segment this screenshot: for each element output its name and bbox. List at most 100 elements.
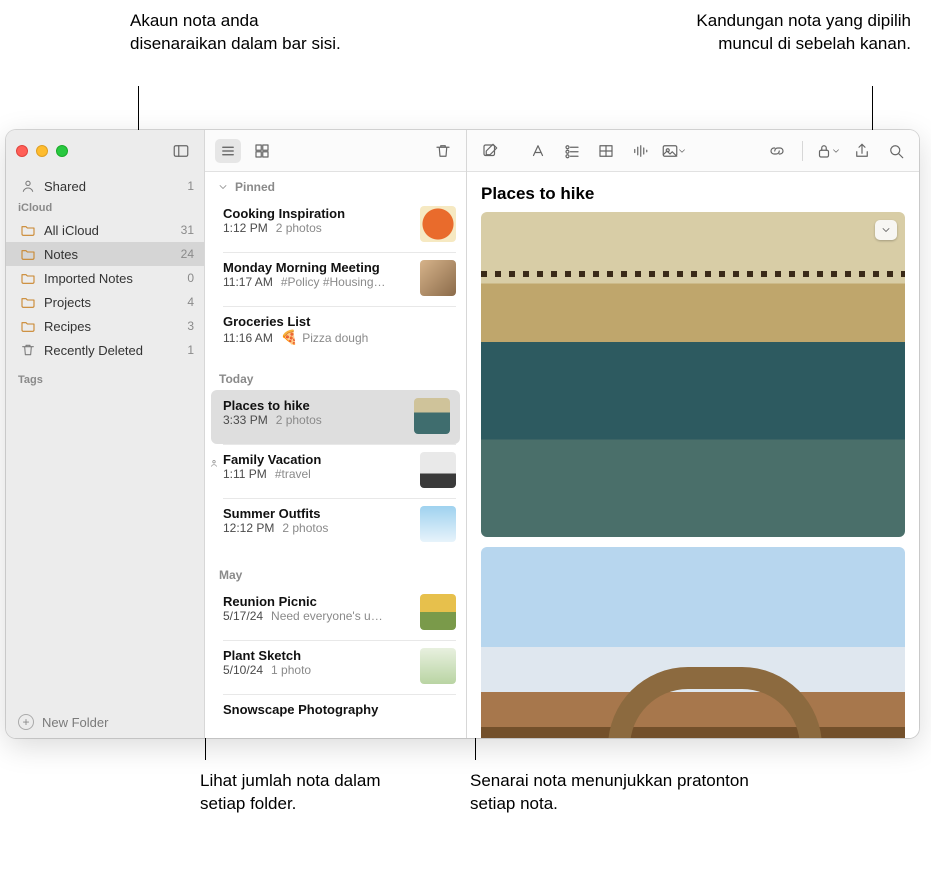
folder-icon [20, 222, 36, 238]
table-button[interactable] [593, 139, 619, 163]
note-thumbnail [420, 260, 456, 296]
chevron-down-icon [831, 142, 841, 160]
sidebar-item-label: Shared [44, 179, 187, 194]
list-icon [219, 142, 237, 160]
audio-wave-icon [631, 142, 649, 160]
note-subtitle: 1:11 PM#travel [223, 467, 412, 481]
note-row-family-vacation[interactable]: Family Vacation 1:11 PM#travel [205, 444, 466, 498]
note-title: Monday Morning Meeting [223, 260, 412, 275]
sidebar-list: Shared 1 iCloud All iCloud 31 Notes 24 I… [6, 172, 204, 706]
sidebar-icon [172, 142, 190, 160]
checklist-icon [563, 142, 581, 160]
note-row-reunion-picnic[interactable]: Reunion Picnic 5/17/24Need everyone's u… [205, 586, 466, 640]
callout-bottom-right: Senarai nota menunjukkan pratonton setia… [470, 770, 770, 816]
note-editor-column: Places to hike [467, 130, 919, 738]
note-thumbnail [414, 398, 450, 434]
note-title: Summer Outfits [223, 506, 412, 521]
note-row-cooking[interactable]: Cooking Inspiration 1:12 PM2 photos [205, 198, 466, 252]
audio-button[interactable] [627, 139, 653, 163]
note-row-snowscape[interactable]: Snowscape Photography [205, 694, 466, 717]
sidebar: Shared 1 iCloud All iCloud 31 Notes 24 I… [6, 130, 205, 738]
sidebar-item-count: 3 [187, 319, 194, 333]
note-subtitle: 12:12 PM2 photos [223, 521, 412, 535]
note-row-plant-sketch[interactable]: Plant Sketch 5/10/241 photo [205, 640, 466, 694]
folder-icon [20, 246, 36, 262]
text-format-icon [529, 142, 547, 160]
chevron-down-icon [880, 224, 892, 236]
link-note-button[interactable] [764, 139, 790, 163]
toggle-sidebar-button[interactable] [168, 139, 194, 163]
note-subtitle: 3:33 PM2 photos [223, 413, 406, 427]
note-title: Family Vacation [223, 452, 412, 467]
sidebar-item-notes[interactable]: Notes 24 [6, 242, 204, 266]
notes-list-column: Pinned Cooking Inspiration 1:12 PM2 phot… [205, 130, 467, 738]
note-subtitle: 1:12 PM2 photos [223, 221, 412, 235]
callout-bottom-left: Lihat jumlah nota dalam setiap folder. [200, 770, 400, 816]
search-icon [887, 142, 905, 160]
note-subtitle: 11:17 AM#Policy #Housing… [223, 275, 412, 289]
lock-button[interactable] [815, 139, 841, 163]
callout-top-left: Akaun nota anda disenaraikan dalam bar s… [130, 10, 350, 56]
note-subtitle: 5/10/241 photo [223, 663, 412, 677]
note-subtitle: 11:16 AM🍕Pizza dough [223, 329, 456, 346]
folder-icon [20, 270, 36, 286]
note-row-groceries[interactable]: Groceries List 11:16 AM🍕Pizza dough [205, 306, 466, 356]
note-attachment-photo-2[interactable] [481, 547, 905, 738]
search-button[interactable] [883, 139, 909, 163]
note-row-meeting[interactable]: Monday Morning Meeting 11:17 AM#Policy #… [205, 252, 466, 306]
sidebar-item-count: 1 [187, 343, 194, 357]
editor-toolbar [467, 130, 919, 172]
shared-icon [20, 178, 36, 194]
share-button[interactable] [849, 139, 875, 163]
sidebar-item-label: Recently Deleted [44, 343, 187, 358]
new-folder-button[interactable]: + New Folder [6, 706, 204, 738]
folder-icon [20, 318, 36, 334]
minimize-window-button[interactable] [36, 145, 48, 157]
attachment-menu-button[interactable] [875, 220, 897, 240]
sidebar-item-label: Projects [44, 295, 187, 310]
grid-icon [253, 142, 271, 160]
new-folder-label: New Folder [42, 715, 108, 730]
sidebar-titlebar [6, 130, 204, 172]
sidebar-item-shared[interactable]: Shared 1 [6, 174, 204, 198]
format-button[interactable] [525, 139, 551, 163]
sidebar-account-heading: iCloud [6, 198, 204, 218]
new-note-button[interactable] [477, 139, 503, 163]
folder-icon [20, 294, 36, 310]
checklist-button[interactable] [559, 139, 585, 163]
note-title: Plant Sketch [223, 648, 412, 663]
chevron-down-pin-icon [217, 181, 229, 193]
shared-badge-icon [209, 456, 219, 466]
today-section-header: Today [205, 356, 466, 390]
delete-note-button[interactable] [430, 139, 456, 163]
note-heading[interactable]: Places to hike [481, 184, 905, 204]
note-title: Snowscape Photography [223, 702, 456, 717]
sidebar-item-count: 0 [187, 271, 194, 285]
note-body[interactable]: Places to hike [467, 172, 919, 738]
zoom-window-button[interactable] [56, 145, 68, 157]
gallery-view-button[interactable] [249, 139, 275, 163]
note-attachment-photo-1[interactable] [481, 212, 905, 537]
link-icon [768, 142, 786, 160]
sidebar-item-imported[interactable]: Imported Notes 0 [6, 266, 204, 290]
sidebar-item-recipes[interactable]: Recipes 3 [6, 314, 204, 338]
pinned-section-header[interactable]: Pinned [205, 172, 466, 198]
note-subtitle: 5/17/24Need everyone's u… [223, 609, 412, 623]
sidebar-item-trash[interactable]: Recently Deleted 1 [6, 338, 204, 362]
notes-list-toolbar [205, 130, 466, 172]
note-row-summer-outfits[interactable]: Summer Outfits 12:12 PM2 photos [205, 498, 466, 552]
note-thumbnail [420, 648, 456, 684]
media-button[interactable] [661, 139, 687, 163]
sidebar-item-projects[interactable]: Projects 4 [6, 290, 204, 314]
list-view-button[interactable] [215, 139, 241, 163]
note-row-places-to-hike[interactable]: Places to hike 3:33 PM2 photos [211, 390, 460, 444]
window-traffic-lights[interactable] [16, 145, 68, 157]
sidebar-item-label: Recipes [44, 319, 187, 334]
note-title: Groceries List [223, 314, 456, 329]
close-window-button[interactable] [16, 145, 28, 157]
sidebar-item-all-icloud[interactable]: All iCloud 31 [6, 218, 204, 242]
sidebar-item-count: 31 [181, 223, 194, 237]
sidebar-item-count: 4 [187, 295, 194, 309]
table-icon [597, 142, 615, 160]
note-thumbnail [420, 452, 456, 488]
